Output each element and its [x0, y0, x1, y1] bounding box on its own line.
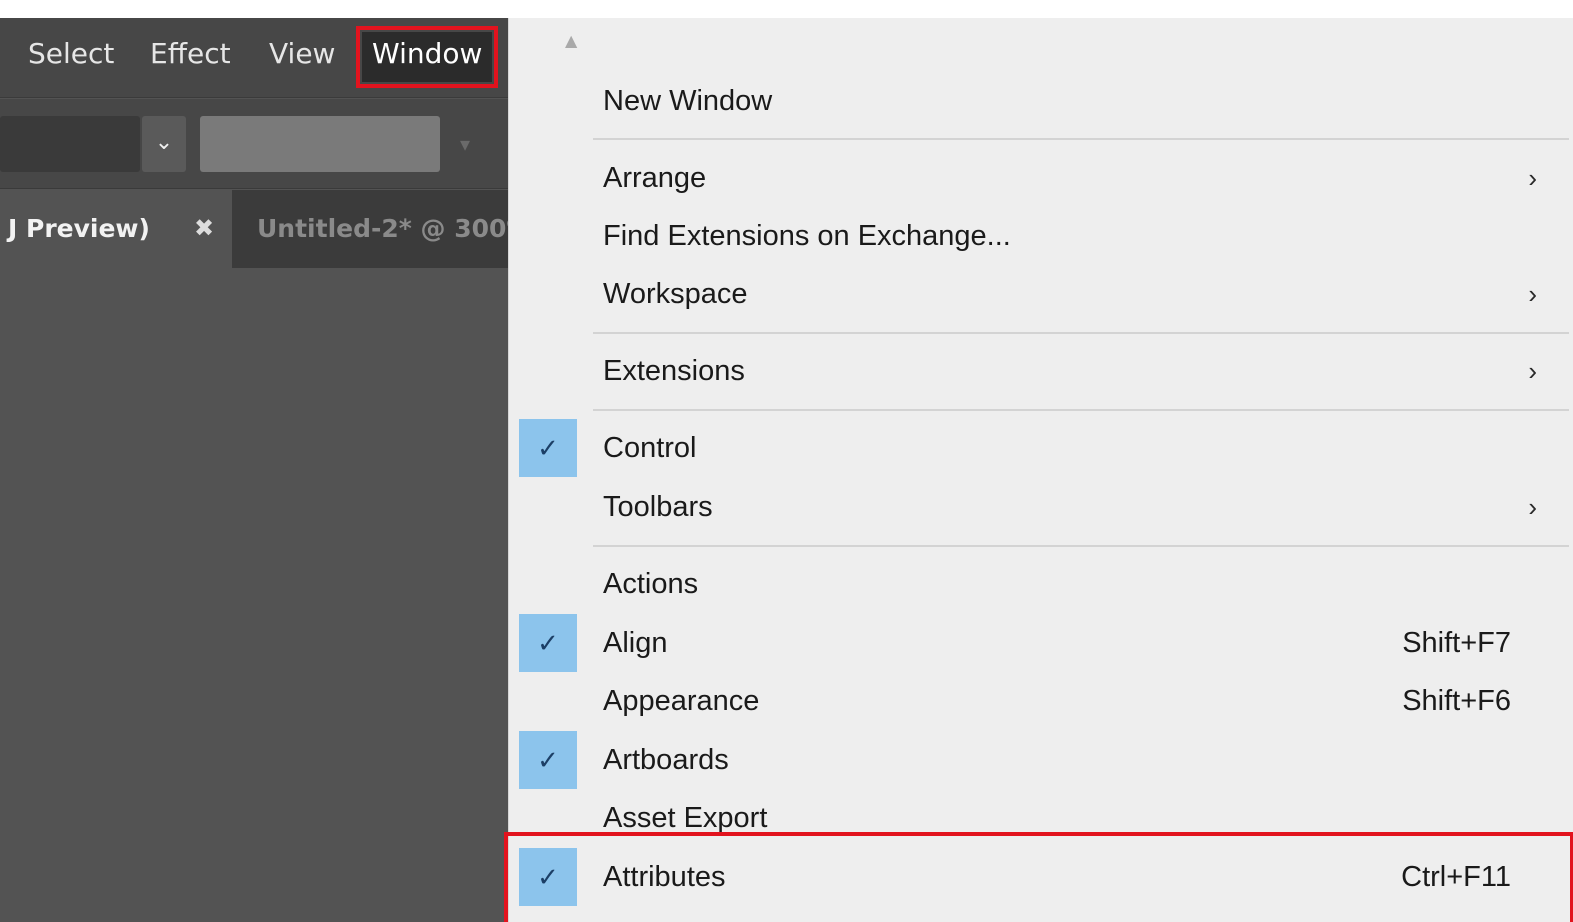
menu-item-label: Asset Export [603, 802, 768, 834]
menu-item-label: Control [603, 432, 697, 464]
menu-item-label: Artboards [603, 744, 729, 776]
menu-bar: Select Effect View Window [0, 18, 508, 98]
menu-item-appearance[interactable]: Appearance Shift+F6 [509, 672, 1569, 730]
window-menu-dropdown: ▲ New Window Arrange › Find Extensions o… [504, 18, 1573, 922]
submenu-arrow-icon: › [1528, 163, 1537, 193]
document-tab-bar: J Preview) ✖ Untitled-2* @ 300% [0, 190, 508, 268]
menu-item-asset-export[interactable]: Asset Export [509, 789, 1569, 847]
scroll-up-arrow-icon[interactable]: ▲ [565, 33, 585, 49]
menu-item-label: Toolbars [603, 491, 713, 523]
checkmark-icon: ✓ [519, 848, 577, 906]
menu-item-label: Extensions [603, 355, 745, 387]
tab-untitled-2[interactable]: Untitled-2* @ 300% [232, 190, 508, 268]
menu-item-shortcut: Shift+F6 [1402, 685, 1511, 717]
menu-item-label: Find Extensions on Exchange... [603, 220, 1011, 252]
menu-item-new-window[interactable]: New Window [509, 72, 1569, 130]
canvas-area[interactable] [0, 268, 508, 922]
dropdown-arrow-icon: ▾ [459, 132, 471, 156]
control-field-disabled [200, 116, 440, 172]
tab-label: Untitled-2* @ 300% [257, 214, 508, 243]
menu-item-label: New Window [603, 85, 773, 117]
menu-item-label: Attributes [603, 861, 726, 893]
tab-label: J Preview) [8, 214, 150, 243]
menu-item-label: Align [603, 627, 668, 659]
menu-item-align[interactable]: ✓ Align Shift+F7 [509, 614, 1569, 672]
close-icon[interactable]: ✖ [190, 190, 218, 268]
menu-item-attributes[interactable]: ✓ Attributes Ctrl+F11 [509, 848, 1569, 906]
menu-select[interactable]: Select [18, 32, 124, 82]
menu-window[interactable]: Window [355, 26, 499, 88]
menu-item-workspace[interactable]: Workspace › [509, 265, 1569, 323]
chevron-down-icon[interactable]: ⌄ [142, 116, 186, 172]
menu-effect[interactable]: Effect [140, 32, 241, 82]
menu-item-shortcut: Shift+F7 [1402, 627, 1511, 659]
menu-item-actions[interactable]: Actions [509, 555, 1569, 613]
menu-item-shortcut: Ctrl+F11 [1401, 861, 1511, 893]
submenu-arrow-icon: › [1528, 492, 1537, 522]
menu-item-toolbars[interactable]: Toolbars › [509, 478, 1569, 536]
menu-view[interactable]: View [259, 32, 345, 82]
menu-separator [593, 332, 1569, 334]
checkmark-icon: ✓ [519, 731, 577, 789]
control-dropdown[interactable] [0, 116, 140, 172]
menu-item-arrange[interactable]: Arrange › [509, 149, 1569, 207]
checkmark-icon: ✓ [519, 614, 577, 672]
menu-item-label: Actions [603, 568, 699, 600]
menu-item-artboards[interactable]: ✓ Artboards [509, 731, 1569, 789]
menu-item-find-extensions[interactable]: Find Extensions on Exchange... [509, 207, 1569, 265]
submenu-arrow-icon: › [1528, 356, 1537, 386]
illustrator-window: Select Effect View Window ⌄ ▾ J Preview)… [0, 18, 508, 922]
checkmark-icon: ✓ [519, 419, 577, 477]
menu-item-extensions[interactable]: Extensions › [509, 342, 1569, 400]
menu-item-control[interactable]: ✓ Control [509, 419, 1569, 477]
menu-separator [593, 138, 1569, 140]
menu-separator [593, 545, 1569, 547]
menu-item-label: Arrange [603, 162, 707, 194]
menu-item-label: Workspace [603, 278, 748, 310]
menu-item-label: Appearance [603, 685, 760, 717]
control-panel: ⌄ ▾ [0, 99, 508, 189]
submenu-arrow-icon: › [1528, 279, 1537, 309]
menu-separator [593, 409, 1569, 411]
